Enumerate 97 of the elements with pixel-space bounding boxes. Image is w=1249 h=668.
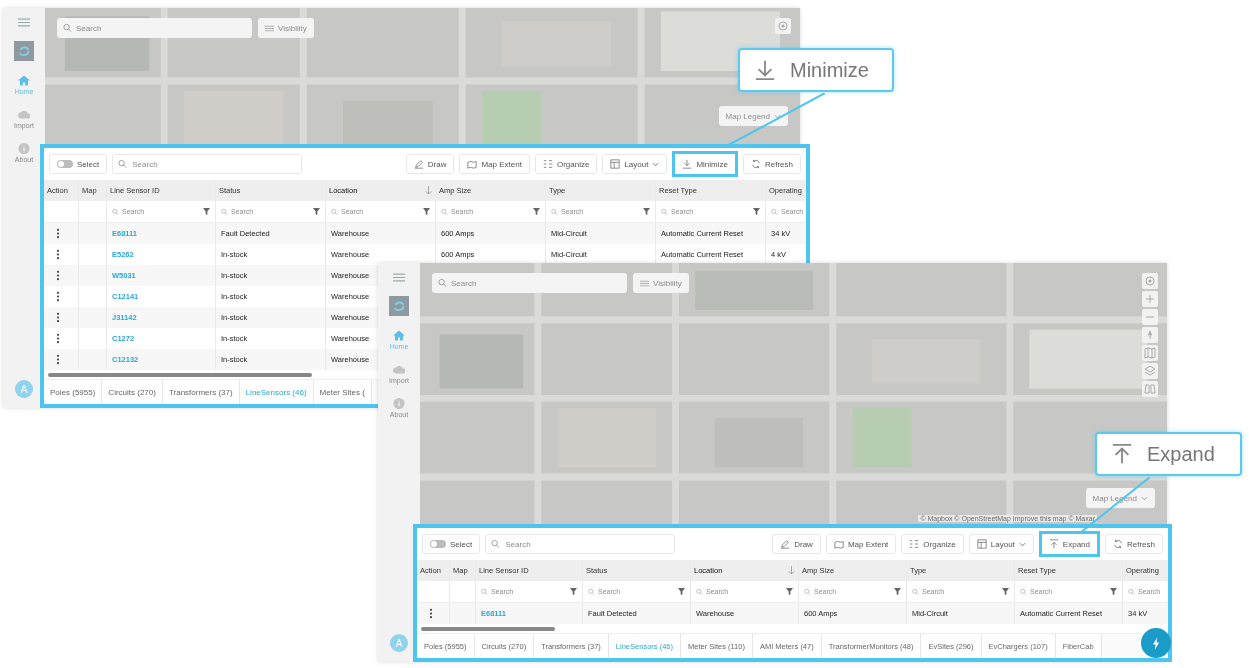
sort-arrow-icon [425,186,432,195]
select-toggle[interactable]: Select [49,154,108,174]
minimize-icon [682,159,693,169]
sliders-icon [265,23,274,33]
layer-tab[interactable]: Poles (5955) [44,380,103,404]
callout-label: Minimize [790,58,869,82]
layout-icon [610,159,621,169]
cloud-icon [18,109,30,120]
map-extent-button[interactable]: Map Extent [825,534,897,554]
search-icon [118,159,128,169]
map-extent-icon [467,159,478,169]
filter-icon[interactable] [423,208,430,215]
search-icon [438,278,447,288]
cloud-icon [393,364,405,375]
layout-icon [976,539,987,549]
filter-icon[interactable] [313,208,320,215]
organize-icon [542,159,553,169]
map-extent-button[interactable]: Map Extent [459,154,530,174]
more-icon[interactable] [56,354,60,365]
refresh-icon [751,159,761,169]
visibility-button[interactable]: Visibility [258,18,314,38]
map-legend-button[interactable]: Map Legend [718,106,788,126]
search-icon [491,539,501,549]
home-icon [393,330,405,341]
expand-button[interactable]: Expand [1038,531,1100,557]
more-icon[interactable] [429,608,433,619]
filter-icon[interactable] [1002,588,1009,595]
search-icon [771,208,778,215]
layout-button[interactable]: Layout [602,154,668,174]
minimize-button[interactable]: Minimize [672,151,738,177]
organize-button[interactable]: Organize [534,154,598,174]
filter-icon[interactable] [570,588,577,595]
search-icon [588,588,595,595]
search-icon [331,208,338,215]
lightning-icon [1151,636,1161,650]
layer-tab[interactable]: Meter Sites ( [313,380,372,404]
search-field[interactable]: Search [485,534,676,554]
scrollbar[interactable] [421,626,555,631]
layer-tab[interactable]: Transformers (37) [162,380,240,404]
arrow-down-icon [754,59,776,81]
search-icon [1128,588,1135,595]
sort-arrow-icon [788,566,795,575]
filter-icon[interactable] [1110,588,1117,595]
search-icon [696,588,703,595]
draw-button[interactable]: Draw [772,534,821,554]
draw-icon [413,159,424,169]
filter-icon[interactable] [203,208,210,215]
search-icon [221,208,228,215]
home-icon [18,75,30,86]
arrow-up-icon [1111,443,1133,465]
filter-icon[interactable] [753,208,760,215]
layout-button[interactable]: Layout [968,534,1034,554]
more-icon[interactable] [56,228,60,239]
search-icon [912,588,919,595]
expand-icon [1048,539,1059,549]
caret-icon [652,161,660,167]
search-field[interactable]: Search [112,154,303,174]
search-icon [63,23,72,33]
callout-label: Expand [1147,442,1215,466]
draw-icon [780,539,791,549]
select-toggle[interactable]: Select [422,534,481,554]
caret-icon [1018,541,1026,547]
more-icon[interactable] [56,249,60,260]
scrollbar[interactable] [48,372,312,377]
lightning-button[interactable] [1141,628,1171,658]
search-icon [112,208,119,215]
search-icon [441,208,448,215]
search-field[interactable]: Search [432,273,627,293]
more-icon[interactable] [56,270,60,281]
search-icon [1020,588,1027,595]
draw-button[interactable]: Draw [405,154,455,174]
caret-icon [774,113,781,119]
filter-icon[interactable] [894,588,901,595]
search-icon [804,588,811,595]
caret-icon [1141,495,1148,501]
filter-icon[interactable] [643,208,650,215]
refresh-button[interactable]: Refresh [743,154,801,174]
search-field[interactable]: Search [57,18,252,38]
info-icon [18,143,30,154]
filter-icon[interactable] [533,208,540,215]
sliders-icon [640,278,649,288]
refresh-button[interactable]: Refresh [1105,534,1163,554]
layer-tab[interactable]: Circuits (270) [102,380,163,404]
more-icon[interactable] [56,291,60,302]
map-extent-icon [833,539,844,549]
filter-icon[interactable] [786,588,793,595]
organize-button[interactable]: Organize [901,534,964,554]
search-icon [661,208,668,215]
more-icon[interactable] [56,312,60,323]
filter-icon[interactable] [678,588,685,595]
refresh-icon [1113,539,1123,549]
visibility-button[interactable]: Visibility [633,273,689,293]
search-icon [481,588,488,595]
more-icon[interactable] [56,333,60,344]
search-icon [551,208,558,215]
organize-icon [909,539,920,549]
info-icon [393,398,405,409]
